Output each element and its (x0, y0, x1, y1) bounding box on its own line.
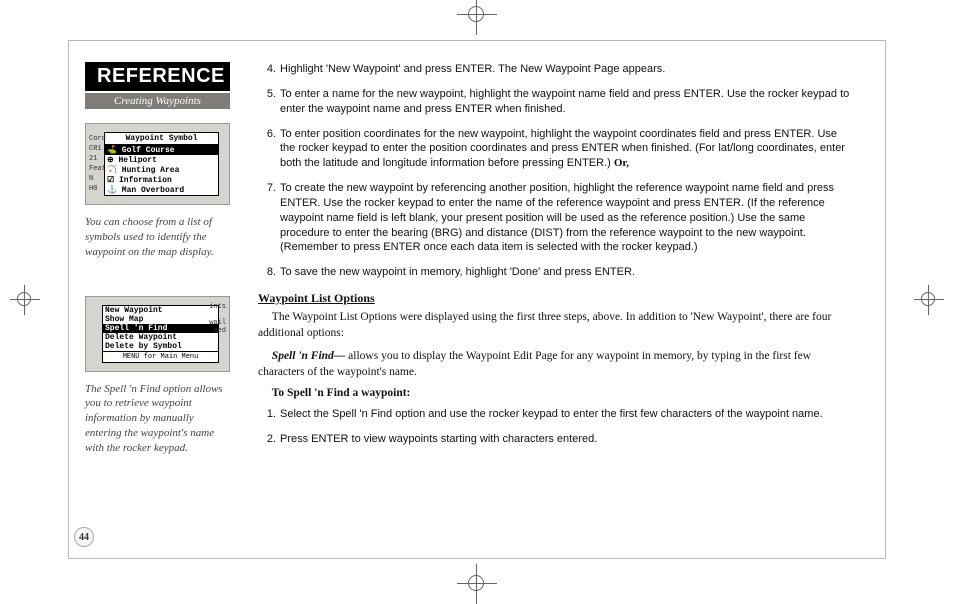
caption-symbols: You can choose from a list of symbols us… (85, 215, 230, 260)
step-number: 5. (258, 87, 276, 117)
step-text: To save the new waypoint in memory, high… (280, 265, 854, 280)
screenshot-side-right: ints wail sed (209, 303, 226, 335)
section-body: The Waypoint List Options were displayed… (258, 309, 854, 341)
step-text: Press ENTER to view waypoints starting w… (280, 432, 854, 447)
section-title: Waypoint List Options (258, 290, 854, 306)
step-text: Select the Spell 'n Find option and use … (280, 407, 854, 422)
step-number: 1. (258, 407, 276, 422)
section-subhead: Creating Waypoints (85, 93, 230, 109)
instruction-step: 5.To enter a name for the new waypoint, … (258, 87, 854, 117)
screenshot-waypoint-symbol: Cord CR1 21 Feat N H0 Waypoint Symbol ⛳ … (85, 123, 230, 205)
step-text: Highlight 'New Waypoint' and press ENTER… (280, 62, 854, 77)
symbol-option: 🏹 Hunting Area (105, 165, 218, 175)
step-text: To enter a name for the new waypoint, hi… (280, 87, 854, 117)
step-text: To enter position coordinates for the ne… (280, 127, 854, 172)
dialog-title: Waypoint Symbol (105, 133, 218, 145)
dialog-footer: MENU for Main Menu (103, 351, 218, 362)
step-number: 2. (258, 432, 276, 447)
symbol-option: ⛳ Golf Course (105, 145, 218, 155)
step-text: To create the new waypoint by referencin… (280, 181, 854, 255)
instruction-step: 8. To save the new waypoint in memory, hi… (258, 265, 854, 280)
menu-option: Show Map (103, 315, 218, 324)
procedure-steps: 1. Select the Spell 'n Find option and us… (258, 407, 854, 447)
symbol-option: ⊕ Heliport (105, 155, 218, 165)
instruction-step: 4. Highlight 'New Waypoint' and press ENT… (258, 62, 854, 77)
procedure-heading: To Spell 'n Find a waypoint: (258, 386, 854, 402)
step-number: 8. (258, 265, 276, 280)
instruction-step: 7.To create the new waypoint by referenc… (258, 181, 854, 255)
step-number: 7. (258, 181, 276, 255)
procedure-step: 1. Select the Spell 'n Find option and us… (258, 407, 854, 422)
caption-spell-n-find: The Spell 'n Find option allows you to r… (85, 382, 230, 456)
menu-option: New Waypoint (103, 306, 218, 315)
procedure-step: 2. Press ENTER to view waypoints starting… (258, 432, 854, 447)
menu-option: Delete by Symbol (103, 342, 218, 351)
step-number: 4. (258, 62, 276, 77)
step-or: Or, (614, 157, 629, 169)
spell-n-find-desc: Spell 'n Find— allows you to display the… (258, 348, 854, 380)
symbol-option: ☑ Information (105, 175, 218, 185)
menu-option: Delete Waypoint (103, 333, 218, 342)
symbol-option: ⚓ Man Overboard (105, 185, 218, 195)
screenshot-spell-n-find: ints wail sed New WaypointShow MapSpell … (85, 296, 230, 372)
page-number: 44 (74, 527, 94, 547)
reference-banner: REFERENCE (85, 62, 230, 91)
screenshot-side-text: Cord CR1 21 Feat N H0 (89, 134, 106, 194)
step-number: 6. (258, 127, 276, 172)
menu-option: Spell 'n Find (103, 324, 218, 333)
instruction-steps: 4. Highlight 'New Waypoint' and press ENT… (258, 62, 854, 280)
spell-n-find-lead: Spell 'n Find— (272, 350, 346, 362)
instruction-step: 6.To enter position coordinates for the … (258, 127, 854, 172)
